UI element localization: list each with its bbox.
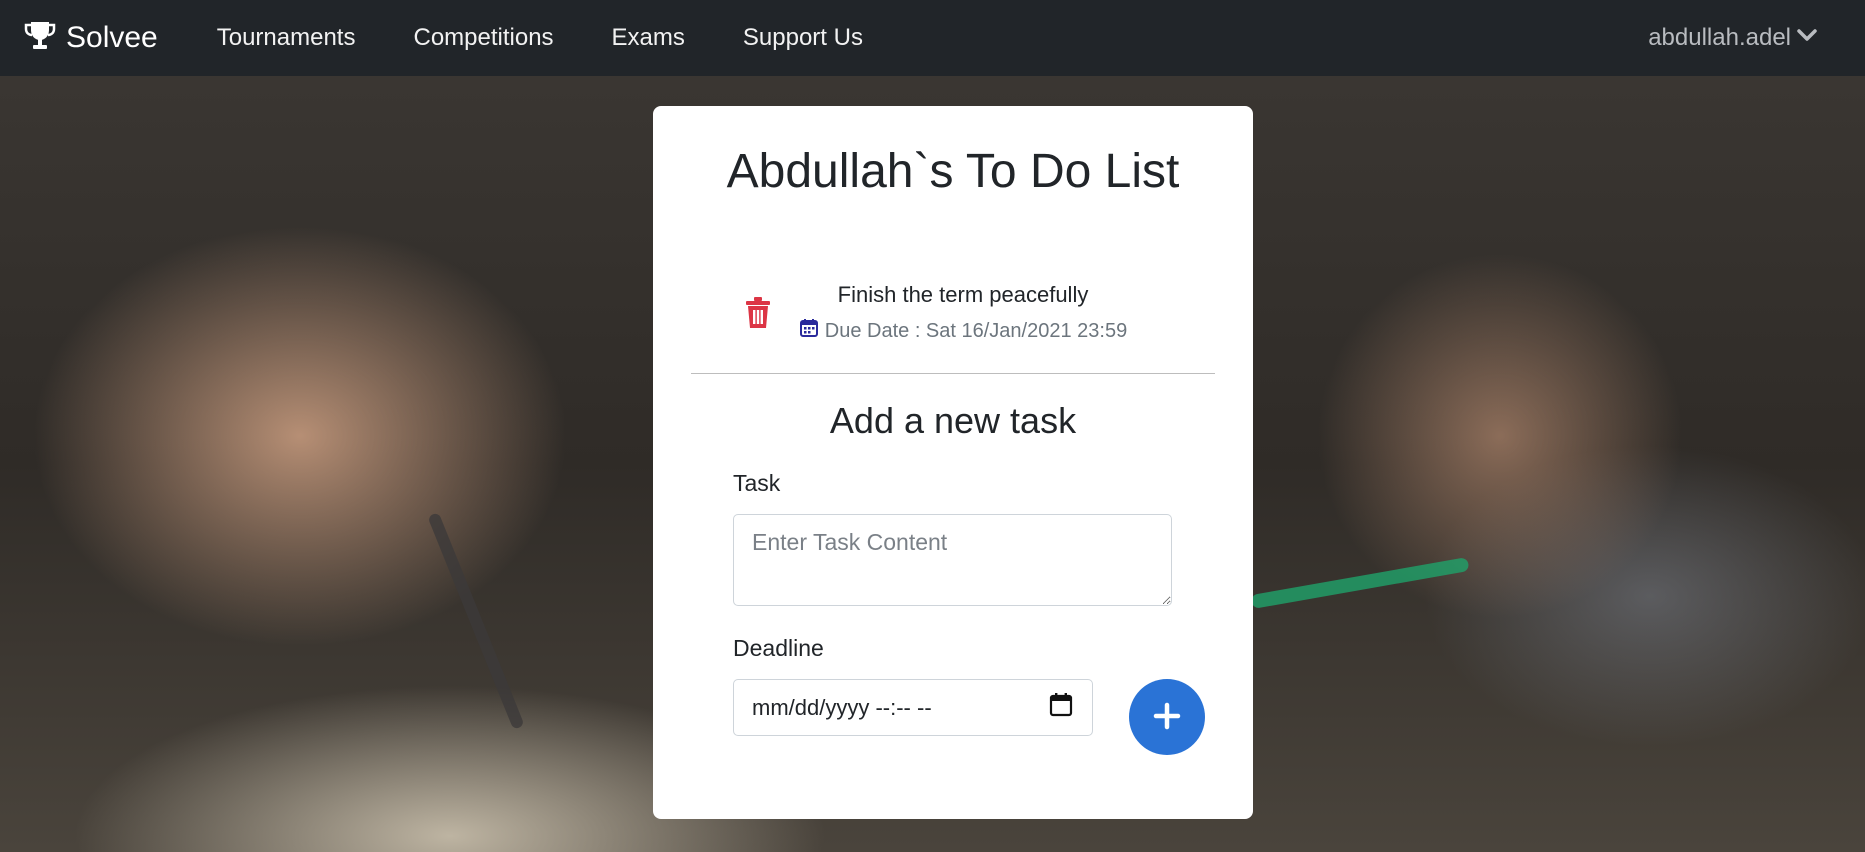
background-highlighter	[1250, 557, 1470, 609]
chevron-down-icon	[1791, 23, 1819, 54]
nav-link-support-us[interactable]: Support Us	[743, 24, 863, 52]
brand-name: Solvee	[66, 21, 158, 54]
brand-link[interactable]: Solvee	[22, 18, 158, 59]
calendar-icon	[799, 318, 825, 344]
task-due-date: Due Date : Sat 16/Jan/2021 23:59	[691, 318, 1215, 344]
trophy-icon	[22, 18, 58, 59]
task-text: Finish the term peacefully	[837, 282, 1089, 307]
deadline-label: Deadline	[733, 635, 824, 661]
top-navbar: Solvee Tournaments Competitions Exams Su…	[0, 0, 1865, 76]
page-title: Abdullah`s To Do List	[726, 145, 1180, 198]
divider	[691, 373, 1215, 374]
task-item: Finish the term peacefully Due Date : Sa…	[691, 270, 1215, 374]
plus-icon	[1153, 702, 1181, 733]
username: abdullah.adel	[1648, 24, 1791, 51]
todo-card: Abdullah`s To Do List Finish the term pe…	[653, 106, 1253, 819]
deadline-placeholder: mm/dd/yyyy --:-- --	[752, 694, 932, 720]
task-label: Task	[733, 470, 781, 496]
user-menu-dropdown[interactable]: abdullah.adel	[1648, 0, 1819, 76]
nav-link-tournaments[interactable]: Tournaments	[217, 24, 356, 52]
nav-links: Tournaments Competitions Exams Support U…	[188, 24, 892, 52]
add-task-heading: Add a new task	[829, 400, 1077, 441]
nav-link-competitions[interactable]: Competitions	[413, 24, 553, 52]
nav-link-exams[interactable]: Exams	[612, 24, 685, 52]
task-content-input[interactable]	[733, 514, 1172, 606]
deadline-input[interactable]: mm/dd/yyyy --:-- --	[733, 679, 1093, 736]
add-task-button[interactable]	[1129, 679, 1205, 755]
background-pen	[427, 512, 525, 730]
calendar-picker-icon[interactable]	[1048, 692, 1074, 723]
task-due-text: Due Date : Sat 16/Jan/2021 23:59	[824, 319, 1128, 342]
